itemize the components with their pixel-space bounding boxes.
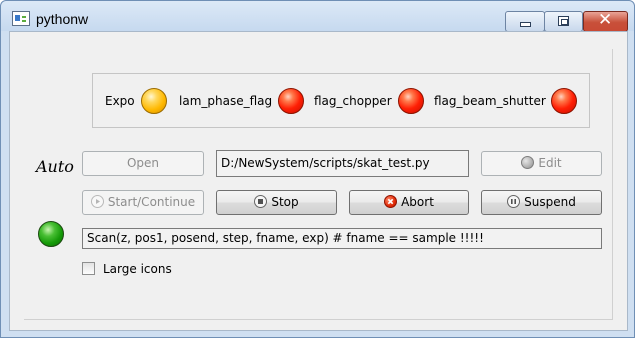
run-status-led	[38, 221, 64, 247]
open-button[interactable]: Open	[82, 151, 204, 176]
close-icon: ✕	[598, 10, 613, 30]
abort-button-label: Abort	[401, 195, 434, 209]
play-icon	[90, 195, 104, 208]
minimize-icon	[520, 22, 531, 27]
stop-button-label: Stop	[271, 195, 299, 209]
app-window: pythonw ✕ Expo lam_phase_flag flag_chopp…	[0, 0, 635, 338]
flag-chopper-status-led	[398, 88, 424, 114]
status-label-flag-chopper: flag_chopper	[314, 94, 392, 108]
edit-icon	[521, 156, 535, 169]
title-bar[interactable]: pythonw ✕	[1, 1, 634, 32]
edit-button[interactable]: Edit	[481, 151, 602, 176]
python-app-icon[interactable]	[12, 11, 30, 26]
status-label-expo: Expo	[105, 94, 135, 108]
stop-icon	[254, 195, 268, 208]
maximize-button[interactable]	[544, 11, 583, 32]
abort-button[interactable]: Abort	[349, 190, 469, 215]
mode-label: Auto	[36, 157, 74, 176]
large-icons-label[interactable]: Large icons	[103, 262, 172, 276]
start-continue-button-label: Start/Continue	[107, 195, 196, 209]
large-icons-checkbox[interactable]	[82, 262, 95, 275]
edit-button-label: Edit	[538, 156, 562, 170]
start-continue-button[interactable]: Start/Continue	[82, 190, 204, 215]
main-panel: Expo lam_phase_flag flag_chopper flag_be…	[9, 31, 628, 331]
status-label-flag-beam-shutter: flag_beam_shutter	[434, 94, 546, 108]
window-title: pythonw	[36, 11, 89, 27]
restore-icon	[558, 16, 569, 26]
abort-icon	[384, 195, 398, 208]
suspend-button[interactable]: Suspend	[481, 190, 602, 215]
lam-phase-flag-status-led	[278, 88, 304, 114]
command-field[interactable]: Scan(z, pos1, posend, step, fname, exp) …	[82, 228, 602, 249]
flag-beam-shutter-status-led	[551, 88, 577, 114]
pause-icon	[507, 195, 521, 208]
status-indicator-panel: Expo lam_phase_flag flag_chopper flag_be…	[92, 73, 590, 128]
open-button-label: Open	[126, 156, 160, 170]
minimize-button[interactable]	[505, 11, 545, 32]
suspend-button-label: Suspend	[524, 195, 576, 209]
status-label-lam-phase-flag: lam_phase_flag	[179, 94, 273, 108]
expo-status-led	[141, 88, 167, 114]
stop-button[interactable]: Stop	[216, 190, 337, 215]
script-path-field[interactable]: D:/NewSystem/scripts/skat_test.py	[216, 150, 469, 177]
close-button[interactable]: ✕	[583, 10, 628, 32]
